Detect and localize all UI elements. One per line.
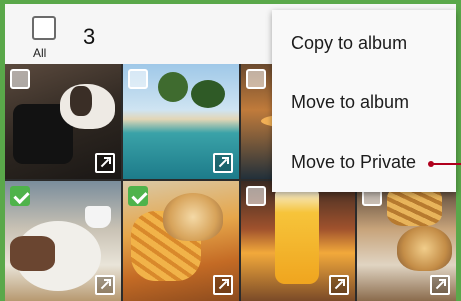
photo-checkbox[interactable] — [128, 69, 148, 89]
photo-checkbox[interactable] — [246, 69, 266, 89]
expand-icon[interactable] — [95, 275, 115, 295]
select-all-label: All — [33, 46, 47, 60]
photo-checkbox-checked[interactable] — [10, 186, 30, 206]
callout-pointer — [428, 161, 461, 167]
photo-checkbox[interactable] — [10, 69, 30, 89]
expand-icon[interactable] — [329, 275, 349, 295]
menu-item-copy-to-album[interactable]: Copy to album — [272, 14, 456, 72]
photo-checkbox[interactable] — [246, 186, 266, 206]
photo-content — [85, 206, 111, 228]
expand-icon[interactable] — [95, 153, 115, 173]
expand-icon[interactable] — [213, 275, 233, 295]
photo-content — [275, 189, 319, 284]
photo-content — [70, 86, 92, 116]
photo-tile[interactable] — [5, 64, 121, 179]
photo-tile[interactable] — [357, 181, 456, 301]
photo-content — [191, 80, 225, 108]
photo-checkbox-checked[interactable] — [128, 186, 148, 206]
expand-icon[interactable] — [213, 153, 233, 173]
expand-icon[interactable] — [430, 275, 450, 295]
photo-content — [10, 236, 55, 271]
photo-tile[interactable] — [123, 181, 239, 301]
photo-content — [163, 193, 223, 241]
photo-tile[interactable] — [241, 181, 355, 301]
photo-tile[interactable] — [123, 64, 239, 179]
photo-content — [397, 226, 452, 271]
menu-item-move-to-album[interactable]: Move to album — [272, 73, 456, 131]
select-all-checkbox[interactable] — [32, 16, 56, 40]
selected-count: 3 — [83, 24, 96, 49]
photo-tile[interactable] — [5, 181, 121, 301]
photo-content — [158, 72, 188, 102]
photo-content — [387, 186, 442, 226]
